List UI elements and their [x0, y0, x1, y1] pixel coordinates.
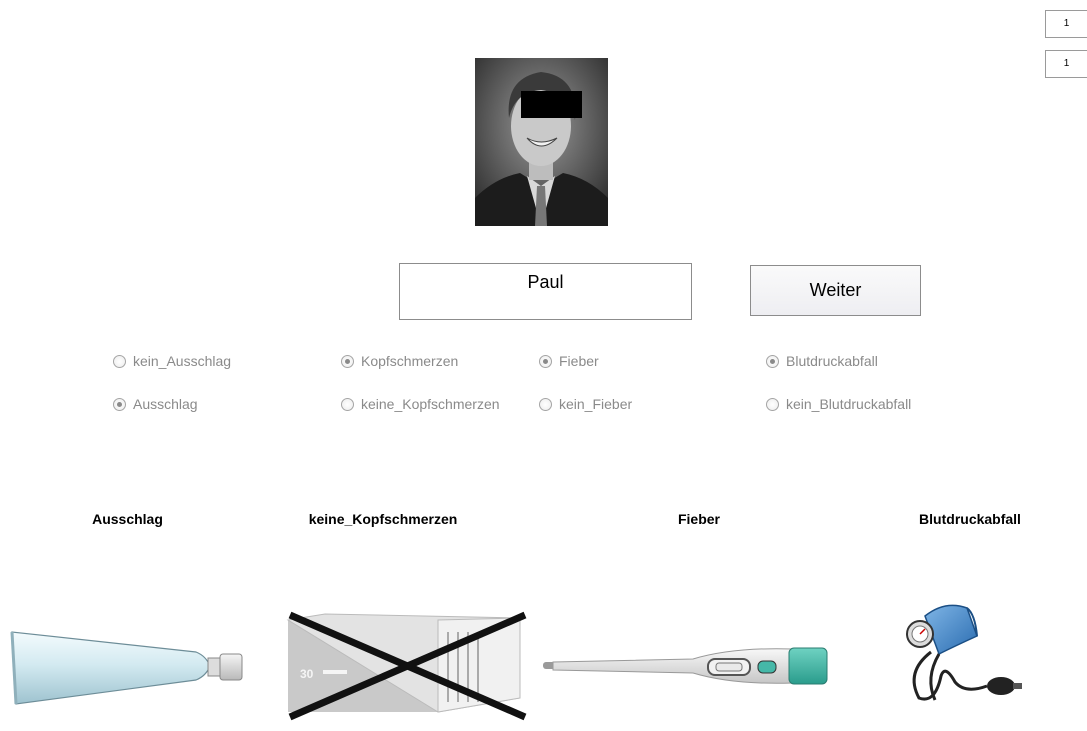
thermometer-icon — [543, 645, 828, 687]
patient-photo — [475, 58, 608, 226]
radio-label: Fieber — [559, 353, 599, 369]
radio-label: Kopfschmerzen — [361, 353, 459, 369]
radio-button[interactable] — [766, 354, 779, 368]
caption-keine-kopfschmerzen: keine_Kopfschmerzen — [308, 511, 458, 527]
radio-kein-ausschlag[interactable]: kein_Ausschlag — [113, 353, 231, 369]
radio-blutdruckabfall[interactable]: Blutdruckabfall — [766, 353, 878, 369]
pill-count-label: 30 — [300, 667, 314, 681]
crossed-out-pill-box-icon: 30 — [285, 610, 530, 722]
radio-button[interactable] — [539, 397, 552, 411]
radio-button[interactable] — [113, 354, 126, 368]
blood-pressure-cuff-icon — [895, 594, 1025, 708]
radio-button[interactable] — [766, 397, 779, 411]
radio-label: kein_Fieber — [559, 396, 633, 412]
counter-box-1: 1 — [1045, 10, 1087, 38]
radio-kein-blutdruckabfall[interactable]: kein_Blutdruckabfall — [766, 396, 911, 412]
radio-button[interactable] — [539, 354, 552, 368]
ointment-tube-icon — [10, 628, 245, 708]
counter-box-2: 1 — [1045, 50, 1087, 78]
radio-label: kein_Ausschlag — [133, 353, 232, 369]
radio-kopfschmerzen[interactable]: Kopfschmerzen — [341, 353, 458, 369]
caption-fieber: Fieber — [677, 511, 720, 527]
patient-name-field: Paul — [399, 263, 692, 320]
radio-button[interactable] — [341, 354, 354, 368]
radio-label: keine_Kopfschmerzen — [361, 396, 500, 412]
radio-ausschlag[interactable]: Ausschlag — [113, 396, 198, 412]
caption-blutdruckabfall: Blutdruckabfall — [919, 511, 1021, 527]
radio-label: Ausschlag — [133, 396, 198, 412]
radio-button[interactable] — [341, 397, 354, 411]
radio-fieber[interactable]: Fieber — [539, 353, 599, 369]
radio-button[interactable] — [113, 397, 126, 411]
weiter-button[interactable]: Weiter — [750, 265, 921, 316]
caption-ausschlag: Ausschlag — [92, 511, 163, 527]
radio-label: kein_Blutdruckabfall — [786, 396, 912, 412]
radio-keine-kopfschmerzen[interactable]: keine_Kopfschmerzen — [341, 396, 500, 412]
radio-kein-fieber[interactable]: kein_Fieber — [539, 396, 632, 412]
radio-label: Blutdruckabfall — [786, 353, 878, 369]
